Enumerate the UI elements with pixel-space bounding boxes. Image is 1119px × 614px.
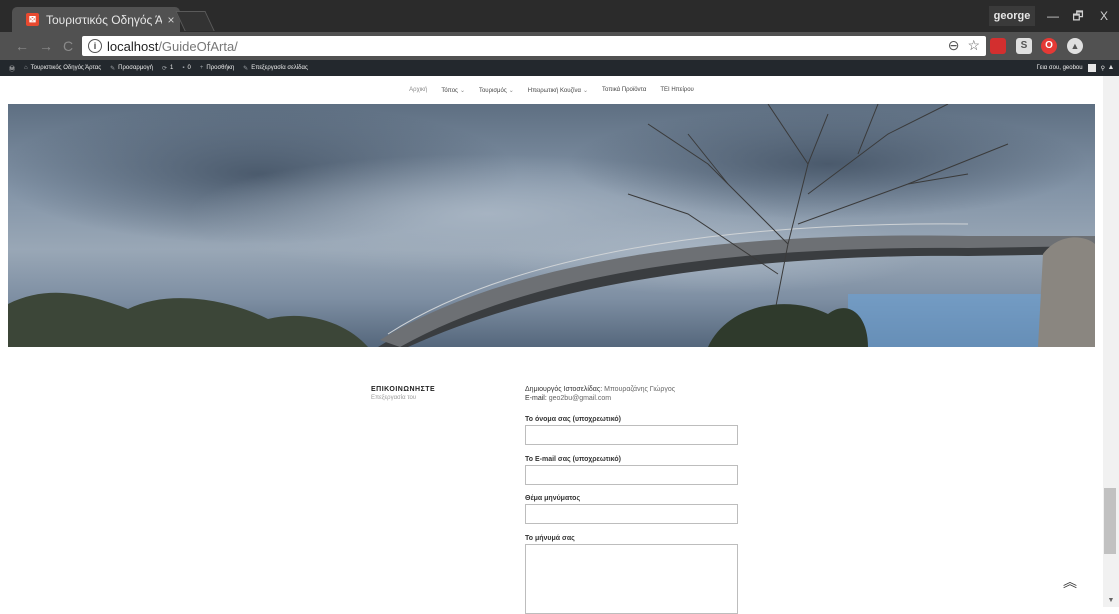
forward-arrow-icon[interactable]: → [36,36,56,56]
creator-label: Δημιουργός Ιστοσελίδας: [525,386,603,393]
email-field-label: Το E-mail σας (υποχρεωτικό) [525,456,621,463]
bookmark-star-icon[interactable]: ☆ [967,37,980,54]
admin-site-label: Τουριστικός Οδηγός Άρτας [30,65,102,71]
scrollbar-up-arrow-icon[interactable]: ▲ [1103,60,1119,76]
minimize-button[interactable]: — [1041,6,1065,26]
extension-red-icon[interactable] [990,38,1006,54]
nav-item-tourism[interactable]: Τουρισμός ⌄ [479,87,514,94]
wordpress-logo-icon[interactable]: Ⓦ [9,64,15,73]
admin-edit-page-link[interactable]: ✎ Επεξεργασία σελίδας [243,65,308,72]
creator-value: Μπουραζάνης Γιώργος [604,386,676,393]
scrollbar-down-arrow-icon[interactable]: ▼ [1103,595,1119,607]
email-label: E-mail: [525,395,547,402]
name-field-label: Το όνομα σας (υποχρεωτικό) [525,416,621,423]
profile-button[interactable]: george [989,6,1035,26]
url-host: localhost [107,38,159,54]
email-input[interactable] [525,465,738,485]
contact-heading: ΕΠΙΚΟΙΝΩΝΗΣΤΕ [371,386,436,393]
admin-site-link[interactable]: ⌂ Τουριστικός Οδηγός Άρτας [24,65,101,71]
message-textarea[interactable] [525,544,738,614]
info-icon[interactable]: i [88,39,102,53]
bridge-photo [8,104,1095,347]
admin-comments-link[interactable]: ▪ 0 [182,65,190,71]
email-line: E-mail: geo2bu@gmail.com [525,395,611,402]
subject-input[interactable] [525,504,738,524]
brush-icon: ✎ [110,65,116,72]
scrollbar-thumb[interactable] [1104,488,1116,554]
plus-icon: + [199,65,204,71]
site-navigation: Αρχική Τόπος ⌄ Τουρισμός ⌄ Ηπειρωτική Κουζ… [0,76,1103,104]
creator-line: Δημιουργός Ιστοσελίδας: Μπουραζάνης Γιώρ… [525,386,675,393]
browser-tab-strip: ⊠ Τουριστικός Οδηγός Άρ × george — 🗗 X [0,0,1119,32]
xampp-favicon-icon: ⊠ [26,13,39,26]
admin-updates-link[interactable]: ⟳ 1 [162,65,173,72]
page-scrollbar[interactable]: ▼ [1103,76,1119,607]
comment-icon: ▪ [182,65,185,71]
browser-toolbar: ← → C i localhost/GuideOfArta/ ⊖ ☆ S O ▲ [0,32,1119,60]
drive-extension-icon[interactable]: ▲ [1067,38,1083,54]
url-path: /GuideOfArta/ [158,38,238,54]
new-tab-button[interactable] [175,11,215,31]
page-content: Αρχική Τόπος ⌄ Τουρισμός ⌄ Ηπειρωτική Κουζ… [0,76,1103,614]
nav-item-products[interactable]: Τοπικά Προϊόντα [602,87,646,93]
back-arrow-icon[interactable]: ← [12,36,32,56]
updates-icon: ⟳ [161,65,168,72]
admin-customize-label: Προσαρμογή [118,65,153,71]
browser-tab[interactable]: ⊠ Τουριστικός Οδηγός Άρ × [12,7,180,32]
chevron-down-icon: ⌄ [508,87,514,94]
tab-title: Τουριστικός Οδηγός Άρ [46,12,162,27]
close-window-button[interactable]: X [1092,6,1116,26]
nav-item-label: Τουρισμός [478,87,507,94]
nav-item-cuisine[interactable]: Ηπειρωτική Κουζίνα ⌄ [528,87,588,94]
subject-field-label: Θέμα μηνύματος [525,495,581,502]
message-field-label: Το μήνυμά σας [525,535,575,542]
zoom-icon[interactable]: ⊖ [948,37,960,54]
email-value: geo2bu@gmail.com [548,395,612,402]
restore-button[interactable]: 🗗 [1066,6,1090,26]
home-icon: ⌂ [24,65,28,71]
nav-item-label: Τόπος [441,87,458,94]
edit-link[interactable]: Επεξεργασία του [371,395,416,401]
admin-new-label: Προσθήκη [206,65,235,71]
nav-item-home[interactable]: Αρχική [409,87,427,93]
wp-admin-bar: Ⓦ ⌂ Τουριστικός Οδηγός Άρτας ✎ Προσαρμογή … [0,60,1119,76]
admin-greeting[interactable]: Γεια σου, geobou [1036,65,1082,71]
avatar[interactable] [1087,64,1096,72]
name-input[interactable] [525,425,738,445]
admin-new-link[interactable]: + Προσθήκη [200,65,234,71]
updates-count: 1 [170,65,174,71]
admin-customize-link[interactable]: ✎ Προσαρμογή [110,65,153,72]
address-bar[interactable]: i localhost/GuideOfArta/ ⊖ ☆ [82,36,986,56]
admin-edit-label: Επεξεργασία σελίδας [251,65,308,71]
nav-item-tei[interactable]: ΤΕΙ Ηπείρου [660,87,694,93]
extension-s-icon[interactable]: S [1016,38,1032,54]
opera-extension-icon[interactable]: O [1041,38,1057,54]
comments-count: 0 [187,65,191,71]
nav-item-label: Ηπειρωτική Κουζίνα [527,87,581,94]
back-to-top-icon[interactable]: ︽ [1063,575,1077,589]
chevron-down-icon: ⌄ [459,87,465,94]
chevron-down-icon: ⌄ [582,87,588,94]
header-image-bridge [8,104,1095,347]
reload-icon[interactable]: C [58,36,78,56]
pencil-icon: ✎ [243,65,249,72]
nav-item-place[interactable]: Τόπος ⌄ [441,87,465,94]
